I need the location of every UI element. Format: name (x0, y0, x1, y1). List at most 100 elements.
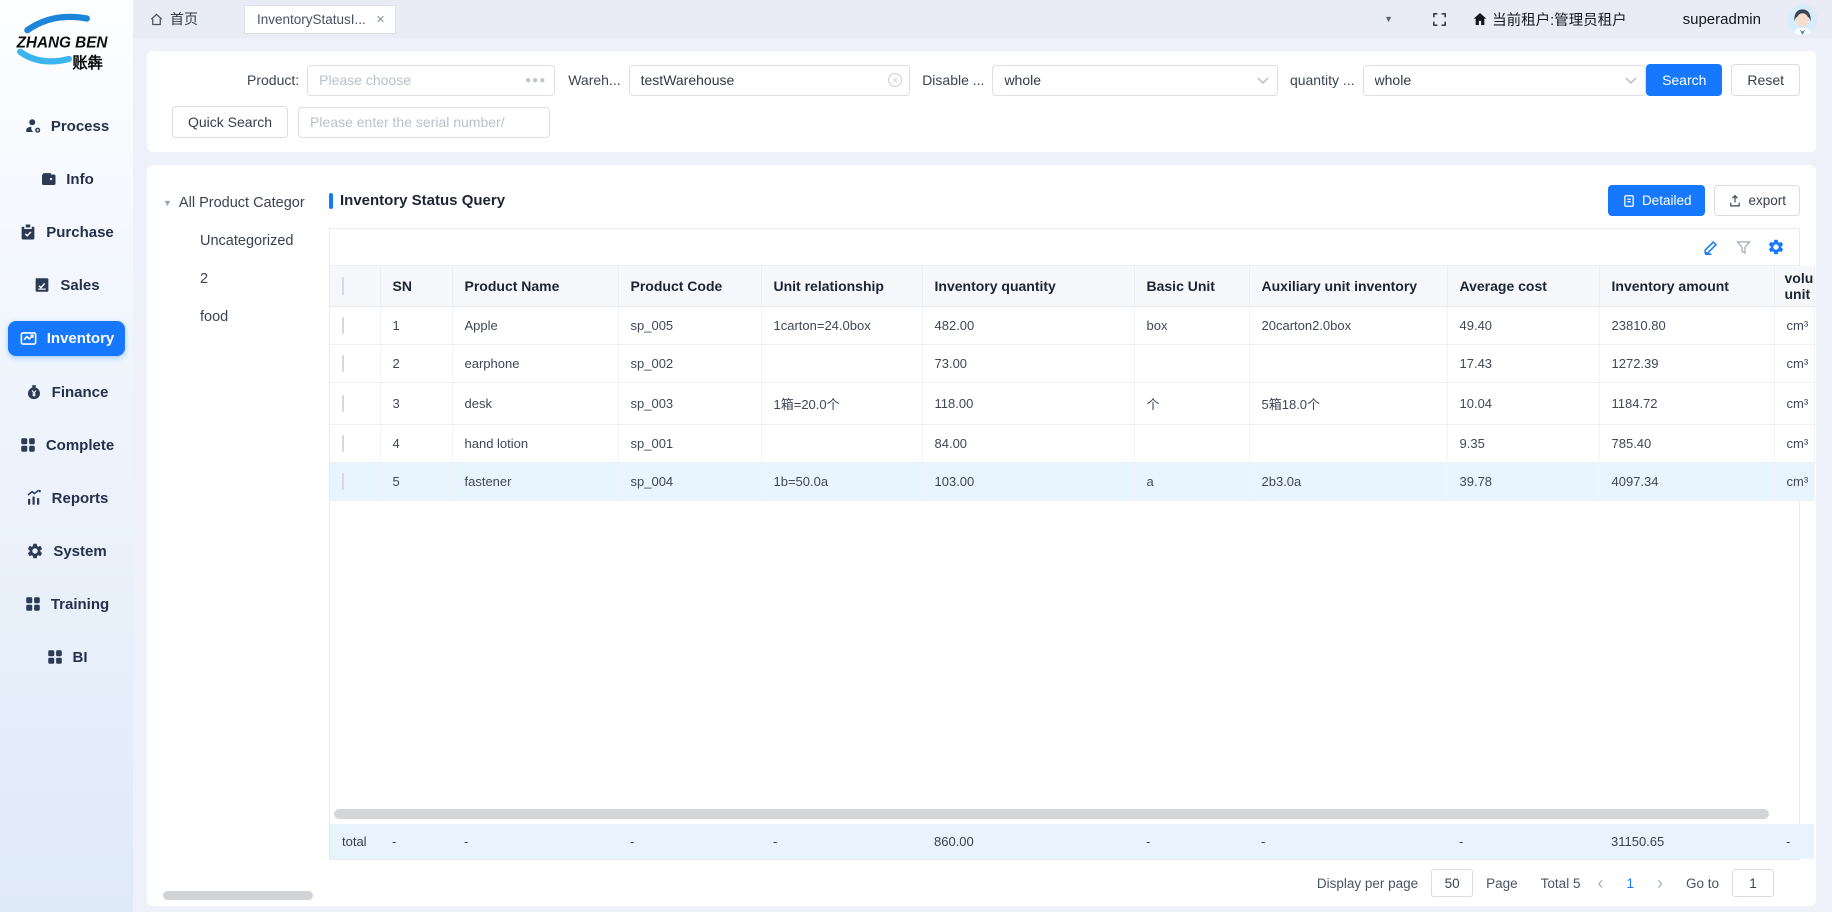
table-cell: 1箱=20.0个 (761, 383, 922, 425)
table-cell: 1272.39 (1599, 345, 1774, 383)
quick-search-button[interactable]: Quick Search (172, 106, 288, 138)
row-checkbox[interactable] (342, 355, 344, 372)
filter-funnel-icon[interactable] (1735, 239, 1752, 256)
warehouse-input[interactable] (629, 65, 911, 96)
select-all-checkbox[interactable] (342, 277, 344, 295)
prev-page-icon[interactable]: ‹ (1593, 874, 1607, 892)
table-cell: cm³ (1774, 463, 1814, 501)
row-checkbox[interactable] (342, 395, 344, 412)
column-header[interactable]: Inventory amount (1599, 266, 1774, 307)
column-header[interactable]: Average cost (1447, 266, 1599, 307)
total-cell: - (1447, 824, 1599, 859)
tree-item-food[interactable]: food (163, 309, 329, 325)
tab-inventory-status[interactable]: InventoryStatusI... ✕ (244, 5, 396, 34)
table-horizontal-scrollbar[interactable] (334, 809, 1769, 819)
sidebar-item-process[interactable]: Process (13, 109, 120, 143)
disable-input[interactable] (992, 65, 1278, 96)
sidebar-item-system[interactable]: System (15, 534, 117, 568)
current-page[interactable]: 1 (1620, 876, 1640, 891)
export-button[interactable]: export (1714, 185, 1800, 216)
sidebar-item-label: Info (66, 171, 94, 188)
home-tab[interactable]: 首页 (149, 9, 198, 29)
table-cell (761, 345, 922, 383)
column-header[interactable]: volume unit (1774, 266, 1814, 307)
table-cell: hand lotion (452, 425, 618, 463)
table-cell: 73.00 (922, 345, 1134, 383)
quantity-input[interactable] (1363, 65, 1647, 96)
table-cell: 49.40 (1447, 307, 1599, 345)
disable-select[interactable] (992, 65, 1278, 96)
sidebar-item-label: Training (51, 596, 109, 613)
total-cell: 31150.65 (1599, 824, 1774, 859)
home-outline-icon (149, 12, 164, 27)
complete-icon (19, 436, 37, 454)
goto-page-input[interactable]: 1 (1732, 869, 1774, 897)
warehouse-select[interactable]: ✕ (629, 65, 911, 96)
column-header[interactable]: Product Name (452, 266, 618, 307)
chevron-down-icon (1625, 77, 1637, 84)
next-page-icon[interactable]: › (1653, 874, 1667, 892)
table-cell: 1 (380, 307, 452, 345)
sidebar-item-sales[interactable]: Sales (22, 268, 110, 302)
sidebar-item-label: Finance (52, 384, 109, 401)
page-size-input[interactable]: 50 (1431, 869, 1473, 897)
table-cell: sp_003 (618, 383, 761, 425)
tree-horizontal-scrollbar[interactable] (163, 891, 313, 900)
quick-search-field[interactable] (298, 107, 550, 138)
sidebar-item-bi[interactable]: BI (35, 640, 99, 674)
username[interactable]: superadmin (1683, 11, 1761, 28)
current-tenant[interactable]: 当前租户:管理员租户 (1472, 9, 1627, 30)
avatar[interactable] (1787, 4, 1818, 35)
sidebar-item-complete[interactable]: Complete (8, 428, 125, 462)
column-header[interactable]: Unit relationship (761, 266, 922, 307)
edit-pencil-icon[interactable] (1702, 238, 1720, 256)
row-checkbox[interactable] (342, 317, 344, 334)
total-cell: - (761, 824, 922, 859)
sidebar-item-training[interactable]: Training (13, 587, 120, 621)
column-header[interactable]: SN (380, 266, 452, 307)
table-row[interactable]: 5fastenersp_0041b=50.0a103.00a2b3.0a39.7… (330, 463, 1814, 501)
sidebar-item-info[interactable]: Info (28, 162, 105, 196)
total-row-table: total----860.00---31150.65- (330, 824, 1814, 859)
close-icon[interactable]: ✕ (376, 13, 385, 26)
column-header[interactable]: Basic Unit (1134, 266, 1249, 307)
inventory-icon (19, 329, 38, 348)
table-cell (1134, 425, 1249, 463)
sidebar-item-finance[interactable]: Finance (14, 375, 120, 409)
sidebar-item-label: Purchase (46, 224, 114, 241)
row-checkbox[interactable] (342, 473, 344, 490)
total-cell: 860.00 (922, 824, 1134, 859)
column-header[interactable]: Inventory quantity (922, 266, 1134, 307)
table-row[interactable]: 1Applesp_0051carton=24.0box482.00box20ca… (330, 307, 1814, 345)
product-input[interactable] (307, 65, 555, 96)
tabs-dropdown-caret-icon[interactable]: ▼ (1380, 10, 1397, 28)
search-button[interactable]: Search (1646, 64, 1722, 96)
table-cell: 39.78 (1447, 463, 1599, 501)
column-header[interactable]: Product Code (618, 266, 761, 307)
row-checkbox[interactable] (342, 435, 344, 452)
quick-search-input[interactable] (298, 107, 550, 138)
quantity-select[interactable] (1363, 65, 1647, 96)
tree-item-uncategorized[interactable]: Uncategorized (163, 233, 329, 249)
product-select[interactable]: ●●● (307, 65, 555, 96)
reset-button[interactable]: Reset (1731, 64, 1800, 96)
table-cell: cm³ (1774, 425, 1814, 463)
sidebar-item-reports[interactable]: Reports (14, 481, 120, 515)
sidebar-item-label: Reports (52, 490, 109, 507)
table-row[interactable]: 4hand lotionsp_00184.009.35785.40cm³ (330, 425, 1814, 463)
sidebar-item-inventory[interactable]: Inventory (8, 321, 126, 356)
fullscreen-icon[interactable] (1431, 11, 1448, 28)
tree-expand-caret-icon[interactable]: ▼ (163, 198, 172, 208)
home-solid-icon (1472, 11, 1488, 27)
ellipsis-icon[interactable]: ●●● (525, 75, 546, 86)
table-row[interactable]: 3desksp_0031箱=20.0个118.00个5箱18.0个10.0411… (330, 383, 1814, 425)
column-header[interactable]: Auxiliary unit inventory (1249, 266, 1447, 307)
tree-root-all-categories[interactable]: ▼ All Product Categor (163, 195, 329, 211)
tenant-label: 当前租户:管理员租户 (1492, 9, 1627, 30)
table-cell: 482.00 (922, 307, 1134, 345)
tree-item-2[interactable]: 2 (163, 271, 329, 287)
table-row[interactable]: 2earphonesp_00273.0017.431272.39cm³ (330, 345, 1814, 383)
settings-gear-icon[interactable] (1767, 238, 1785, 256)
sidebar-item-purchase[interactable]: Purchase (8, 215, 125, 249)
detailed-button[interactable]: Detailed (1608, 185, 1706, 216)
